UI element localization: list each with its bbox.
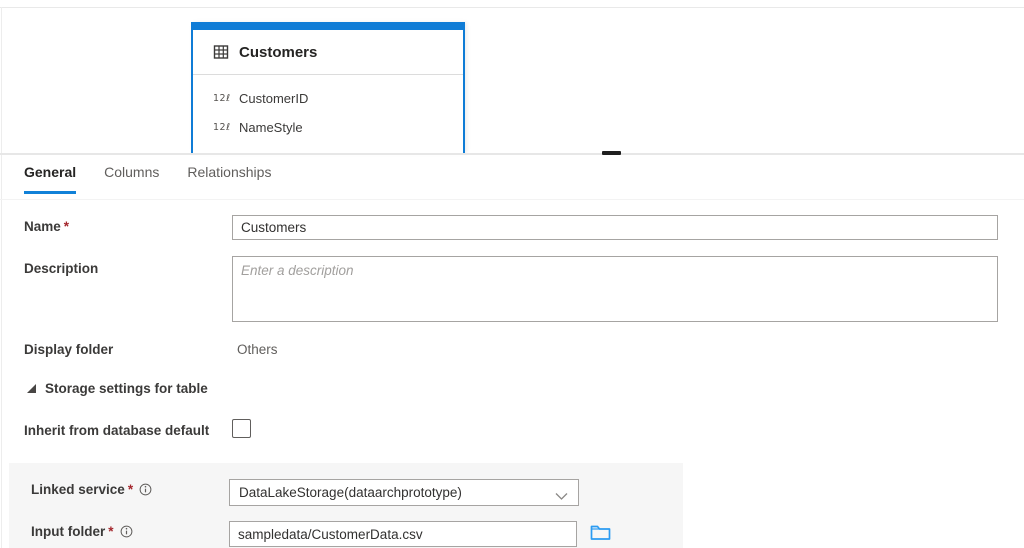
- properties-tab-bar: General Columns Relationships: [24, 156, 271, 194]
- entity-field-row[interactable]: 12ℓ CustomerID: [193, 84, 463, 113]
- required-asterisk: *: [63, 219, 70, 234]
- tab-columns[interactable]: Columns: [104, 156, 159, 194]
- table-grid-icon: [213, 44, 229, 60]
- entity-card-title: Customers: [239, 43, 318, 61]
- required-asterisk: *: [127, 482, 134, 497]
- display-folder-label: Display folder: [24, 342, 114, 357]
- panel-divider: [0, 153, 1024, 155]
- required-asterisk: *: [108, 524, 114, 539]
- panel-resize-handle[interactable]: [602, 151, 621, 155]
- display-folder-value: Others: [237, 342, 278, 357]
- entity-card-customers[interactable]: Customers 12ℓ CustomerID 12ℓ NameStyle: [191, 22, 465, 153]
- storage-settings-section-header[interactable]: Storage settings for table: [27, 381, 208, 396]
- name-input[interactable]: [232, 215, 998, 240]
- folder-icon: [590, 523, 611, 541]
- canvas-top-border: [0, 7, 1024, 8]
- tab-bar-bottom-line: [0, 199, 1024, 200]
- linked-service-dropdown[interactable]: DataLakeStorage(dataarchprototype): [229, 479, 579, 506]
- browse-folder-button[interactable]: [589, 523, 611, 543]
- input-folder-input[interactable]: [229, 521, 577, 547]
- page-left-border: [1, 7, 2, 548]
- info-icon: [120, 525, 133, 538]
- name-label: Name *: [24, 219, 70, 234]
- info-icon: [139, 483, 152, 496]
- inherit-default-checkbox[interactable]: [232, 419, 251, 438]
- entity-card-field-list: 12ℓ CustomerID 12ℓ NameStyle: [193, 75, 463, 142]
- linked-service-label: Linked service *: [31, 482, 152, 497]
- tab-general[interactable]: General: [24, 156, 77, 194]
- description-label: Description: [24, 261, 99, 276]
- table-designer-page: Customers 12ℓ CustomerID 12ℓ NameStyle G…: [0, 0, 1024, 548]
- section-expanded-caret-icon: [27, 384, 36, 393]
- integer-type-icon: 12ℓ: [213, 93, 231, 104]
- entity-field-name: NameStyle: [239, 120, 303, 135]
- inherit-default-label: Inherit from database default: [24, 423, 210, 438]
- entity-field-name: CustomerID: [239, 91, 309, 106]
- storage-settings-title: Storage settings for table: [45, 381, 208, 396]
- entity-field-row[interactable]: 12ℓ NameStyle: [193, 113, 463, 142]
- entity-card-header: Customers: [193, 30, 463, 75]
- description-input[interactable]: [232, 256, 998, 322]
- integer-type-icon: 12ℓ: [213, 122, 231, 133]
- chevron-down-icon: [555, 489, 568, 504]
- tab-relationships[interactable]: Relationships: [187, 156, 271, 194]
- linked-service-value: DataLakeStorage(dataarchprototype): [239, 485, 462, 500]
- input-folder-label: Input folder *: [31, 524, 133, 539]
